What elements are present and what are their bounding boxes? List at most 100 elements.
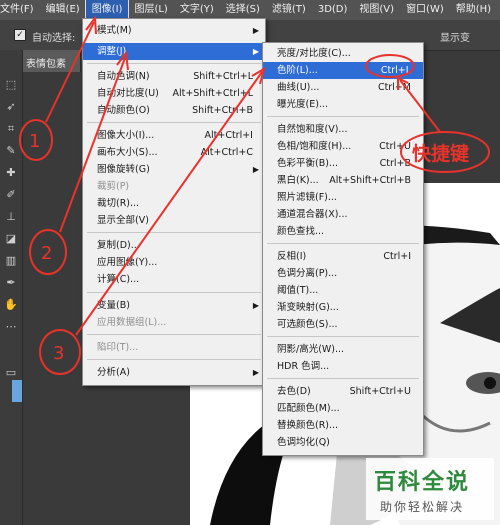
image-menu-item[interactable]: 自动对比度(U) Alt+Shift+Ctrl+L xyxy=(83,85,265,102)
annotation-circle-2 xyxy=(29,229,67,275)
hand-tool-icon[interactable]: ✋ xyxy=(3,298,19,312)
auto-select-checkbox[interactable]: ✓ xyxy=(14,29,26,41)
image-menu-item[interactable]: 变量(B) ▶ xyxy=(83,297,265,314)
menu-image[interactable]: 图像(I) xyxy=(84,0,130,21)
adjust-menu-item[interactable]: 通道混合器(X)... xyxy=(263,206,423,223)
adjust-menu-item[interactable]: 替换颜色(R)... xyxy=(263,417,423,434)
image-menu-item[interactable]: 图像大小(I)... Alt+Ctrl+I xyxy=(83,127,265,144)
image-menu-item[interactable]: 自动颜色(O) Shift+Ctrl+B xyxy=(83,102,265,119)
image-menu-item-label: 应用图像(Y)... xyxy=(97,257,158,268)
healing-brush-icon[interactable]: ✚ xyxy=(3,166,19,180)
adjust-menu-item[interactable]: 自然饱和度(V)... xyxy=(263,121,423,138)
menu-layer[interactable]: 图层(L) xyxy=(128,0,173,20)
marquee-tool-icon[interactable]: ⬚ xyxy=(3,78,19,92)
adjust-menu-item[interactable]: 阴影/高光(W)... xyxy=(263,341,423,358)
adjust-menu-item[interactable]: HDR 色调... xyxy=(263,358,423,375)
adjust-menu-item[interactable]: 去色(D) Shift+Ctrl+U xyxy=(263,383,423,400)
adjust-menu-item-label: 反相(I) xyxy=(277,251,307,262)
menu-window[interactable]: 窗口(W) xyxy=(400,0,450,20)
adjust-menu-item-label: 色调分离(P)... xyxy=(277,268,338,279)
image-menu-item-shortcut: Shift+Ctrl+B xyxy=(192,105,253,116)
adjust-menu-item-label: 色相/饱和度(H)... xyxy=(277,141,352,152)
image-menu-item[interactable]: 画布大小(S)... Alt+Ctrl+C xyxy=(83,144,265,161)
image-menu-item-label: 模式(M) xyxy=(97,25,132,36)
adjust-menu-item[interactable]: 可选颜色(S)... xyxy=(263,316,423,333)
brush-tool-icon[interactable]: ✐ xyxy=(3,188,19,202)
menu-help[interactable]: 帮助(H) xyxy=(450,0,497,20)
gradient-tool-icon[interactable]: ▥ xyxy=(3,254,19,268)
image-menu-item-label: 自动对比度(U) xyxy=(97,88,159,99)
adjust-menu-item-label: 去色(D) xyxy=(277,386,311,397)
adjust-menu-item[interactable]: 色相/饱和度(H)... Ctrl+U xyxy=(263,138,423,155)
image-menu-item[interactable]: 模式(M) ▶ xyxy=(83,22,265,39)
adjust-menu-item[interactable]: 匹配颜色(M)... xyxy=(263,400,423,417)
more-tools-icon[interactable]: ⋯ xyxy=(3,320,19,334)
menu-select[interactable]: 选择(S) xyxy=(220,0,266,20)
adjust-menu-item[interactable]: 色调分离(P)... xyxy=(263,265,423,282)
watermark: 百科全说 助你轻松解决 xyxy=(366,458,494,520)
menu-view[interactable]: 视图(V) xyxy=(353,0,400,20)
menu-separator xyxy=(267,336,419,337)
adjust-menu-item[interactable]: 亮度/对比度(C)... xyxy=(263,45,423,62)
menu-type[interactable]: 文字(Y) xyxy=(174,0,220,20)
watermark-subtitle: 助你轻松解决 xyxy=(380,500,465,514)
adjust-menu-item[interactable]: 色彩平衡(B)... Ctrl+B xyxy=(263,155,423,172)
image-menu-item[interactable]: 计算(C)... xyxy=(83,271,265,288)
menu-file[interactable]: 文件(F) xyxy=(0,0,40,20)
adjust-menu-item-label: 阈值(T)... xyxy=(277,285,319,296)
watermark-title: 百科全说 xyxy=(374,470,471,495)
image-menu-item[interactable]: 调整(J) ▶ xyxy=(83,43,265,60)
eraser-tool-icon[interactable]: ◪ xyxy=(3,232,19,246)
adjust-menu-item-shortcut: Shift+Ctrl+U xyxy=(349,386,411,397)
adjust-menu-item-label: 渐变映射(G)... xyxy=(277,302,339,313)
image-menu-item-label: 自动颜色(O) xyxy=(97,105,150,116)
image-menu-item[interactable]: 显示全部(V) xyxy=(83,212,265,229)
adjust-menu-item[interactable]: 阈值(T)... xyxy=(263,282,423,299)
adjust-menu-item[interactable]: 照片滤镜(F)... xyxy=(263,189,423,206)
stamp-tool-icon[interactable]: ⊥ xyxy=(3,210,19,224)
adjust-menu-item-label: 颜色查找... xyxy=(277,226,325,237)
image-menu-item-shortcut: Alt+Shift+Ctrl+L xyxy=(172,88,253,99)
image-menu-item[interactable]: 分析(A) ▶ xyxy=(83,364,265,381)
adjust-menu-item[interactable]: 色调均化(Q) xyxy=(263,434,423,451)
image-menu-item-label: 分析(A) xyxy=(97,367,130,378)
adjust-menu-item-shortcut: Ctrl+U xyxy=(379,141,411,152)
menu-3d[interactable]: 3D(D) xyxy=(312,0,354,20)
adjust-menu-item[interactable]: 曝光度(E)... xyxy=(263,96,423,113)
menu-separator xyxy=(87,359,261,360)
lasso-tool-icon[interactable]: ➶ xyxy=(3,100,19,114)
menu-edit[interactable]: 编辑(E) xyxy=(40,0,86,20)
adjust-menu-item-label: 亮度/对比度(C)... xyxy=(277,48,351,59)
adjust-menu-item-label: 曝光度(E)... xyxy=(277,99,328,110)
adjust-menu-item[interactable]: 渐变映射(G)... xyxy=(263,299,423,316)
adjust-menu-item-label: 自然饱和度(V)... xyxy=(277,124,348,135)
image-menu-item[interactable]: 自动色调(N) Shift+Ctrl+L xyxy=(83,68,265,85)
adjust-menu-item[interactable]: 颜色查找... xyxy=(263,223,423,240)
annotation-circle-1 xyxy=(19,119,53,161)
image-menu-item[interactable]: 复制(D)... xyxy=(83,237,265,254)
image-menu-item[interactable]: 应用图像(Y)... xyxy=(83,254,265,271)
document-tab[interactable]: 表情包素 xyxy=(22,50,81,72)
adjust-menu-item[interactable]: 黑白(K)... Alt+Shift+Ctrl+B xyxy=(263,172,423,189)
image-menu-item-label: 图像大小(I)... xyxy=(97,130,155,141)
menu-filter[interactable]: 滤镜(T) xyxy=(266,0,312,20)
screen-mode-icon[interactable]: ▭ xyxy=(3,366,19,380)
menu-separator xyxy=(87,63,261,64)
menu-separator xyxy=(267,243,419,244)
adjust-menu-item[interactable]: 色阶(L)... Ctrl+L xyxy=(263,62,423,79)
pen-tool-icon[interactable]: ✒ xyxy=(3,276,19,290)
adjust-menu-item-label: 替换颜色(R)... xyxy=(277,420,339,431)
adjust-menu-item-label: HDR 色调... xyxy=(277,361,330,372)
step-2-label: 2 xyxy=(41,243,52,264)
crop-tool-icon[interactable]: ⌗ xyxy=(3,122,19,136)
image-menu-item-label: 陷印(T)... xyxy=(97,342,139,353)
image-menu-item[interactable]: 图像旋转(G) ▶ xyxy=(83,161,265,178)
adjust-menu-item[interactable]: 反相(I) Ctrl+I xyxy=(263,248,423,265)
color-swatch[interactable] xyxy=(12,380,22,402)
adjust-menu-item[interactable]: 曲线(U)... Ctrl+M xyxy=(263,79,423,96)
eyedropper-tool-icon[interactable]: ✎ xyxy=(3,144,19,158)
image-menu-item-label: 裁剪(P) xyxy=(97,181,130,192)
image-menu-item-label: 复制(D)... xyxy=(97,240,140,251)
adjust-menu-item-label: 匹配颜色(M)... xyxy=(277,403,340,414)
image-menu-item[interactable]: 裁切(R)... xyxy=(83,195,265,212)
